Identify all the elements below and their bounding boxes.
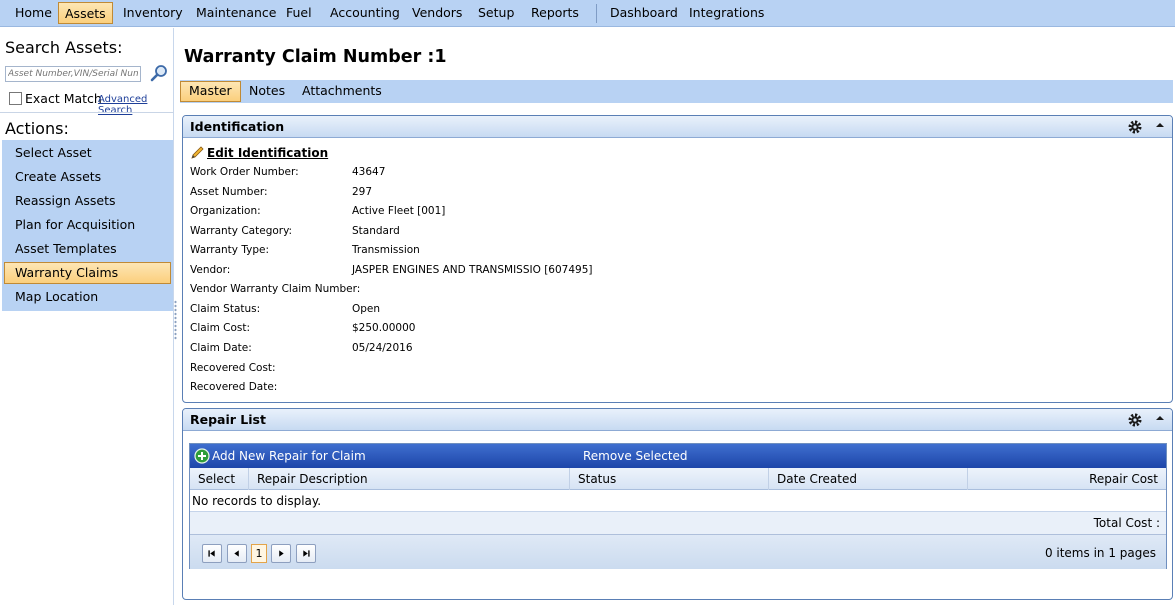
field-value: Transmission (352, 244, 420, 256)
exact-match-label: Exact Match (25, 91, 102, 106)
sidebar-divider (0, 112, 174, 113)
action-plan-for-acquisition[interactable]: Plan for Acquisition (4, 214, 171, 236)
action-select-asset[interactable]: Select Asset (4, 142, 171, 164)
top-menu-bar: Home Assets Inventory Maintenance Fuel A… (0, 0, 1175, 27)
edit-identification-link[interactable]: Edit Identification (207, 146, 328, 160)
menu-assets[interactable]: Assets (58, 2, 113, 24)
field-label: Recovered Date: (190, 381, 278, 393)
field-value: $250.00000 (352, 322, 416, 334)
repair-list-panel-title: Repair List (190, 412, 266, 427)
menu-maintenance[interactable]: Maintenance (190, 2, 283, 24)
exact-match-checkbox[interactable] (9, 92, 22, 105)
field-label: Work Order Number: (190, 166, 299, 178)
menu-separator (596, 4, 597, 23)
menu-vendors[interactable]: Vendors (406, 2, 468, 24)
search-icon[interactable] (150, 64, 168, 82)
column-repair-cost[interactable]: Repair Cost (968, 468, 1166, 490)
column-select[interactable]: Select (190, 468, 249, 490)
total-cost-label: Total Cost : (1093, 516, 1160, 530)
current-page-number[interactable]: 1 (251, 544, 267, 563)
search-input[interactable] (5, 66, 141, 82)
repair-list-panel-header: Repair List (183, 409, 1172, 431)
prev-page-icon[interactable] (227, 544, 247, 563)
collapse-icon[interactable] (1156, 122, 1164, 128)
first-page-icon[interactable] (202, 544, 222, 563)
tab-attachments[interactable]: Attachments (293, 81, 391, 102)
field-label: Vendor: (190, 264, 231, 276)
menu-home[interactable]: Home (9, 2, 58, 24)
repair-list-panel: Repair List Add New Repair for Claim Rem… (182, 408, 1173, 600)
menu-reports[interactable]: Reports (525, 2, 585, 24)
no-records-message: No records to display. (192, 494, 322, 508)
field-label: Claim Status: (190, 303, 261, 315)
splitter-handle[interactable] (174, 300, 177, 340)
field-value: Active Fleet [001] (352, 205, 446, 217)
field-value: 297 (352, 186, 373, 198)
pencil-icon (191, 146, 204, 159)
column-status[interactable]: Status (570, 468, 769, 490)
field-label: Asset Number: (190, 186, 268, 198)
identification-panel-header: Identification (183, 116, 1172, 138)
action-create-assets[interactable]: Create Assets (4, 166, 171, 188)
repair-grid-header: Select Repair Description Status Date Cr… (190, 468, 1166, 490)
page-title: Warranty Claim Number :1 (184, 47, 447, 67)
field-label: Vendor Warranty Claim Number: (190, 283, 361, 295)
add-repair-label: Add New Repair for Claim (212, 449, 366, 463)
column-date-created[interactable]: Date Created (769, 468, 968, 490)
field-value: 43647 (352, 166, 386, 178)
action-warranty-claims[interactable]: Warranty Claims (4, 262, 171, 284)
actions-title: Actions: (5, 119, 69, 138)
tab-notes[interactable]: Notes (240, 81, 294, 102)
field-label: Claim Cost: (190, 322, 251, 334)
field-label: Warranty Type: (190, 244, 270, 256)
menu-setup[interactable]: Setup (472, 2, 520, 24)
pager-info: 0 items in 1 pages (1044, 546, 1156, 560)
menu-dashboard[interactable]: Dashboard (604, 2, 684, 24)
last-page-icon[interactable] (296, 544, 316, 563)
action-map-location[interactable]: Map Location (4, 286, 171, 308)
plus-icon (194, 448, 210, 464)
next-page-icon[interactable] (271, 544, 291, 563)
menu-fuel[interactable]: Fuel (280, 2, 318, 24)
gear-icon[interactable] (1128, 413, 1142, 427)
identification-panel-title: Identification (190, 119, 285, 134)
menu-accounting[interactable]: Accounting (324, 2, 406, 24)
menu-integrations[interactable]: Integrations (683, 2, 770, 24)
field-label: Recovered Cost: (190, 362, 276, 374)
search-assets-title: Search Assets: (5, 38, 123, 57)
field-value: Open (352, 303, 381, 315)
field-label: Claim Date: (190, 342, 252, 354)
action-asset-templates[interactable]: Asset Templates (4, 238, 171, 260)
actions-list: Select Asset Create Assets Reassign Asse… (2, 140, 173, 311)
action-reassign-assets[interactable]: Reassign Assets (4, 190, 171, 212)
sidebar: Search Assets: Exact Match Advanced Sear… (0, 28, 174, 605)
gear-icon[interactable] (1128, 120, 1142, 134)
tab-master[interactable]: Master (180, 81, 241, 102)
remove-selected-button[interactable]: Remove Selected (583, 449, 688, 463)
collapse-icon[interactable] (1156, 415, 1164, 421)
repair-grid: Add New Repair for Claim Remove Selected… (189, 443, 1167, 569)
pager: 1 0 items in 1 pages (190, 534, 1166, 569)
repair-grid-toolbar: Add New Repair for Claim Remove Selected (190, 444, 1166, 468)
total-row: Total Cost : (190, 511, 1166, 534)
field-value: Standard (352, 225, 400, 237)
field-value: JASPER ENGINES AND TRANSMISSIO [607495] (352, 264, 593, 276)
field-value: 05/24/2016 (352, 342, 413, 354)
field-label: Organization: (190, 205, 261, 217)
menu-inventory[interactable]: Inventory (117, 2, 189, 24)
identification-panel: Identification Edit Identification Work … (182, 115, 1173, 403)
column-repair-description[interactable]: Repair Description (249, 468, 570, 490)
field-label: Warranty Category: (190, 225, 293, 237)
tab-bar: Master Notes Attachments (180, 80, 1173, 103)
